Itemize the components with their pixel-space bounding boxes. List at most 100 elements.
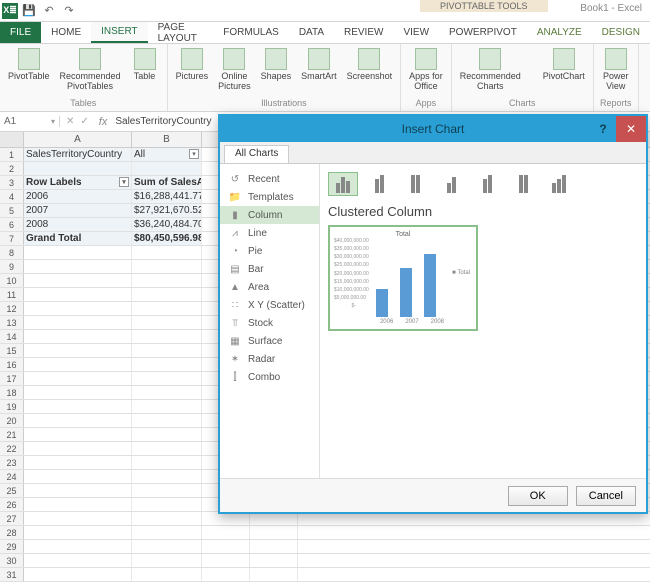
tab-page-layout[interactable]: PAGE LAYOUT <box>148 22 214 43</box>
line-icon: ⩘ <box>228 227 242 239</box>
row-header[interactable]: 12 <box>0 302 24 315</box>
tab-insert[interactable]: INSERT <box>91 22 148 43</box>
enter-formula-icon[interactable]: ✓ <box>80 116 88 127</box>
row-header[interactable]: 8 <box>0 246 24 259</box>
dialog-help-button[interactable]: ? <box>590 116 616 142</box>
row-header[interactable]: 7 <box>0 232 24 245</box>
column-header-a[interactable]: A <box>24 132 132 147</box>
radar-icon: ✶ <box>228 353 242 365</box>
cat-area[interactable]: ▲Area <box>220 278 319 296</box>
subtype-clustered-column[interactable] <box>328 172 358 196</box>
row-header[interactable]: 30 <box>0 554 24 567</box>
dialog-tab-all-charts[interactable]: All Charts <box>224 145 289 163</box>
tab-data[interactable]: DATA <box>289 22 334 43</box>
tab-file[interactable]: FILE <box>0 22 41 43</box>
subtype-3d-clustered-column[interactable] <box>436 172 466 196</box>
row-header[interactable]: 29 <box>0 540 24 553</box>
row-header[interactable]: 2 <box>0 162 24 175</box>
screenshot-button[interactable]: Screenshot <box>343 46 397 84</box>
cat-column[interactable]: ▮Column <box>220 206 319 224</box>
ok-button[interactable]: OK <box>508 486 568 506</box>
cat-stock[interactable]: ⫪Stock <box>220 314 319 332</box>
name-box-dropdown-icon[interactable]: ▾ <box>51 117 55 126</box>
cancel-button[interactable]: Cancel <box>576 486 636 506</box>
recommended-charts-button[interactable]: Recommended Charts <box>456 46 525 94</box>
pivotchart-button[interactable]: PivotChart <box>539 46 589 84</box>
row-header[interactable]: 5 <box>0 204 24 217</box>
dialog-titlebar[interactable]: Insert Chart ? ✕ <box>220 116 646 142</box>
row-header[interactable]: 4 <box>0 190 24 203</box>
qat-save-button[interactable]: 💾 <box>20 2 38 20</box>
row-header[interactable]: 10 <box>0 274 24 287</box>
tab-powerpivot[interactable]: POWERPIVOT <box>439 22 527 43</box>
cat-templates[interactable]: 📁Templates <box>220 188 319 206</box>
name-box[interactable]: A1▾ <box>0 116 60 127</box>
power-view-button[interactable]: Power View <box>598 46 634 94</box>
row-header[interactable]: 19 <box>0 400 24 413</box>
row-header[interactable]: 24 <box>0 470 24 483</box>
subtype-3d-stacked-column[interactable] <box>472 172 502 196</box>
tab-formulas[interactable]: FORMULAS <box>213 22 289 43</box>
tab-analyze[interactable]: ANALYZE <box>527 22 592 43</box>
select-all-corner[interactable] <box>0 132 24 147</box>
pivottable-button[interactable]: PivotTable <box>4 46 54 84</box>
dialog-close-button[interactable]: ✕ <box>616 116 646 142</box>
row-header[interactable]: 22 <box>0 442 24 455</box>
row-header[interactable]: 16 <box>0 358 24 371</box>
ribbon-tabs: FILE HOME INSERT PAGE LAYOUT FORMULAS DA… <box>0 22 650 44</box>
cat-combo[interactable]: ⫿Combo <box>220 368 319 386</box>
qat-redo-button[interactable]: ↷ <box>60 2 78 20</box>
subtype-3d-column[interactable] <box>544 172 574 196</box>
row-header[interactable]: 14 <box>0 330 24 343</box>
subtype-3d-100-stacked-column[interactable] <box>508 172 538 196</box>
apps-for-office-button[interactable]: Apps for Office <box>405 46 447 94</box>
row-header[interactable]: 15 <box>0 344 24 357</box>
row-header[interactable]: 18 <box>0 386 24 399</box>
cancel-formula-icon[interactable]: ✕ <box>66 116 74 127</box>
subtype-stacked-column[interactable] <box>364 172 394 196</box>
table-button[interactable]: Table <box>127 46 163 84</box>
row-header[interactable]: 25 <box>0 484 24 497</box>
row-header[interactable]: 11 <box>0 288 24 301</box>
tab-design[interactable]: DESIGN <box>592 22 650 43</box>
fx-icon[interactable]: fx <box>95 116 112 128</box>
row-header[interactable]: 28 <box>0 526 24 539</box>
tab-review[interactable]: REVIEW <box>334 22 393 43</box>
chart-preview[interactable]: Total $40,000,000.00$35,000,000.00$30,00… <box>328 225 478 331</box>
reco-charts-icon <box>479 48 501 70</box>
row-header[interactable]: 17 <box>0 372 24 385</box>
row-header[interactable]: 3 <box>0 176 24 189</box>
shapes-button[interactable]: Shapes <box>257 46 296 84</box>
row-header[interactable]: 23 <box>0 456 24 469</box>
page-field-dropdown-icon[interactable]: ▾ <box>189 149 199 159</box>
tab-home[interactable]: HOME <box>41 22 91 43</box>
recommended-pivottables-button[interactable]: Recommended PivotTables <box>56 46 125 94</box>
row-labels-dropdown-icon[interactable]: ▾ <box>119 177 129 187</box>
cat-pie[interactable]: ◔Pie <box>220 242 319 260</box>
tab-view[interactable]: VIEW <box>393 22 439 43</box>
cat-line[interactable]: ⩘Line <box>220 224 319 242</box>
online-pictures-button[interactable]: Online Pictures <box>214 46 255 94</box>
row-header[interactable]: 27 <box>0 512 24 525</box>
row-header[interactable]: 6 <box>0 218 24 231</box>
column-header-b[interactable]: B <box>132 132 202 147</box>
cat-bar[interactable]: ▤Bar <box>220 260 319 278</box>
row-header[interactable]: 9 <box>0 260 24 273</box>
smartart-button[interactable]: SmartArt <box>297 46 341 84</box>
subtype-100-stacked-column[interactable] <box>400 172 430 196</box>
cat-recent[interactable]: ↺Recent <box>220 170 319 188</box>
cat-surface[interactable]: ▦Surface <box>220 332 319 350</box>
cat-radar[interactable]: ✶Radar <box>220 350 319 368</box>
preview-bar <box>400 268 412 317</box>
pictures-button[interactable]: Pictures <box>172 46 213 84</box>
cat-scatter[interactable]: ∷X Y (Scatter) <box>220 296 319 314</box>
sparkline-line-button[interactable]: Line <box>643 46 650 84</box>
qat-undo-button[interactable]: ↶ <box>40 2 58 20</box>
row-header[interactable]: 21 <box>0 428 24 441</box>
row-header[interactable]: 20 <box>0 414 24 427</box>
row-header[interactable]: 26 <box>0 498 24 511</box>
row-header[interactable]: 31 <box>0 568 24 581</box>
row-header[interactable]: 13 <box>0 316 24 329</box>
row-header[interactable]: 1 <box>0 148 24 161</box>
shapes-icon <box>265 48 287 70</box>
